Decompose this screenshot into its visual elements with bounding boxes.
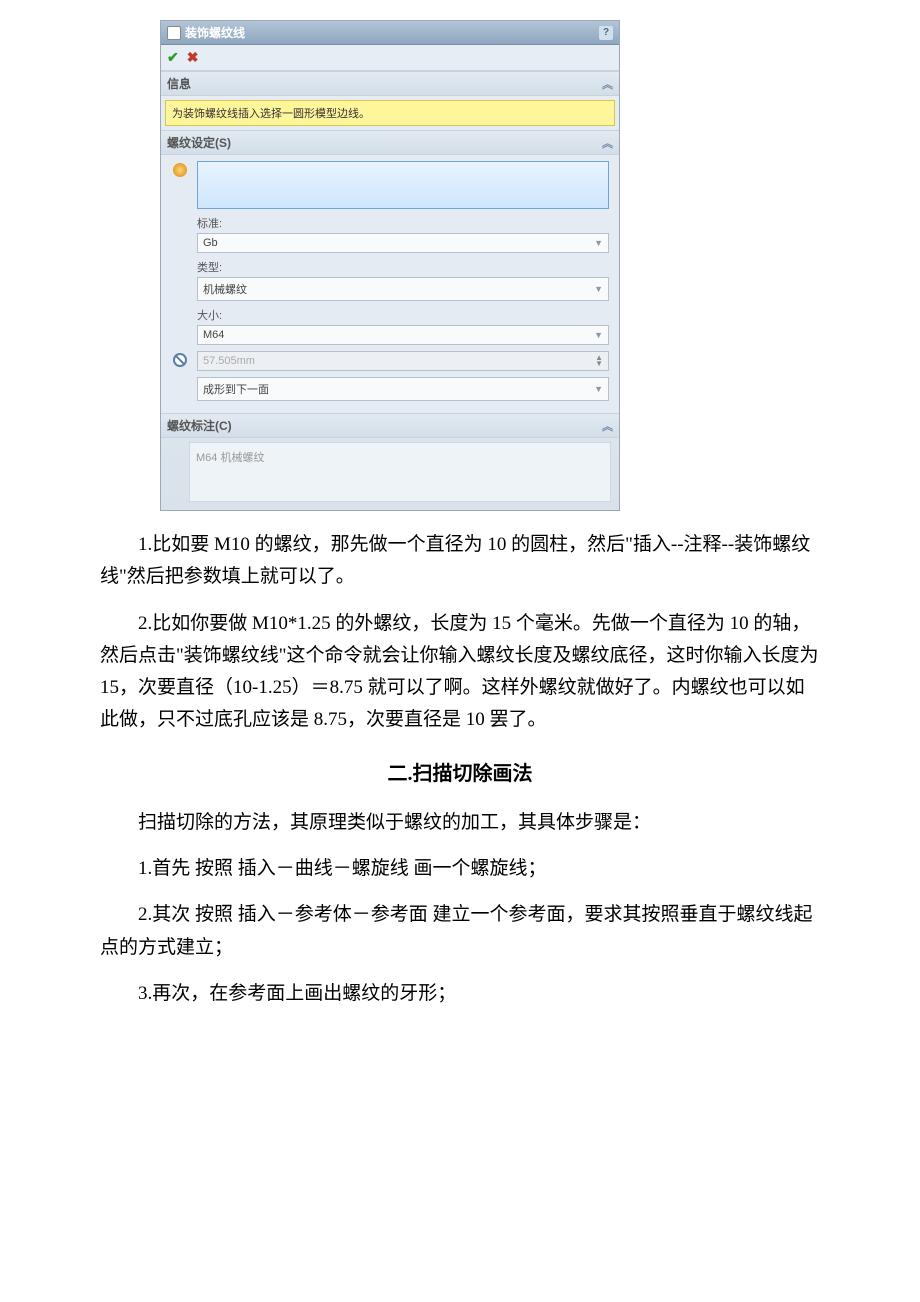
- paragraph-2: 2.比如你要做 M10*1.25 的外螺纹，长度为 15 个毫米。先做一个直径为…: [100, 608, 820, 737]
- dialog-titlebar: 装饰螺纹线 ?: [161, 21, 619, 45]
- type-select[interactable]: 机械螺纹 ▼: [197, 277, 609, 301]
- size-label: 大小:: [197, 307, 609, 323]
- standard-select[interactable]: Gb ▼: [197, 233, 609, 253]
- paragraph-1: 1.比如要 M10 的螺纹，那先做一个直径为 10 的圆柱，然后"插入--注释-…: [100, 529, 820, 594]
- type-label: 类型:: [197, 259, 609, 275]
- dropdown-arrow-icon: ▼: [594, 284, 603, 294]
- info-section-header[interactable]: 信息 ︽: [161, 71, 619, 96]
- settings-section-header[interactable]: 螺纹设定(S) ︽: [161, 130, 619, 155]
- help-icon[interactable]: ?: [599, 26, 613, 40]
- type-value: 机械螺纹: [203, 281, 247, 297]
- action-bar: ✔ ✖: [161, 45, 619, 71]
- paragraph-3: 扫描切除的方法，其原理类似于螺纹的加工，其具体步骤是：: [100, 807, 820, 839]
- spinner-controls: ▲▼: [595, 355, 603, 367]
- standard-label: 标准:: [197, 215, 609, 231]
- edge-selection-input[interactable]: [197, 161, 609, 209]
- form-value: 成形到下一面: [203, 381, 269, 397]
- diameter-icon: [173, 353, 187, 367]
- cancel-button[interactable]: ✖: [187, 49, 199, 66]
- callout-header-label: 螺纹标注(C): [167, 417, 232, 434]
- callout-section-header[interactable]: 螺纹标注(C) ︽: [161, 413, 619, 438]
- dialog-title-text: 装饰螺纹线: [185, 24, 245, 41]
- diameter-input: 57.505mm ▲▼: [197, 351, 609, 371]
- form-select[interactable]: 成形到下一面 ▼: [197, 377, 609, 401]
- info-message: 为装饰螺纹线插入选择一圆形模型边线。: [165, 100, 615, 126]
- diameter-value: 57.505mm: [203, 355, 255, 367]
- standard-value: Gb: [203, 237, 218, 249]
- thread-icon: [167, 26, 181, 40]
- info-header-label: 信息: [167, 75, 191, 92]
- size-select[interactable]: M64 ▼: [197, 325, 609, 345]
- chevron-up-icon[interactable]: ︽: [602, 418, 613, 434]
- callout-display: M64 机械螺纹: [189, 442, 611, 502]
- paragraph-6: 3.再次，在参考面上画出螺纹的牙形；: [100, 978, 820, 1010]
- paragraph-5: 2.其次 按照 插入－参考体－参考面 建立一个参考面，要求其按照垂直于螺纹线起点…: [100, 899, 820, 964]
- ok-button[interactable]: ✔: [167, 49, 179, 66]
- chevron-up-icon[interactable]: ︽: [602, 135, 613, 151]
- dropdown-arrow-icon: ▼: [594, 238, 603, 248]
- settings-header-label: 螺纹设定(S): [167, 134, 231, 151]
- document-body: 1.比如要 M10 的螺纹，那先做一个直径为 10 的圆柱，然后"插入--注释-…: [0, 511, 920, 1010]
- dropdown-arrow-icon: ▼: [594, 384, 603, 394]
- heading-2: 二.扫描切除画法: [100, 757, 820, 791]
- cosmetic-thread-dialog: 装饰螺纹线 ? ✔ ✖ 信息 ︽ 为装饰螺纹线插入选择一圆形模型边线。 螺纹设定…: [160, 20, 620, 511]
- settings-body: 标准: Gb ▼ 类型: 机械螺纹 ▼ 大小: M64: [161, 155, 619, 413]
- chevron-up-icon[interactable]: ︽: [602, 76, 613, 92]
- size-value: M64: [203, 329, 224, 341]
- edge-selection-icon: [173, 163, 187, 177]
- dropdown-arrow-icon: ▼: [594, 330, 603, 340]
- paragraph-4: 1.首先 按照 插入－曲线－螺旋线 画一个螺旋线；: [100, 853, 820, 885]
